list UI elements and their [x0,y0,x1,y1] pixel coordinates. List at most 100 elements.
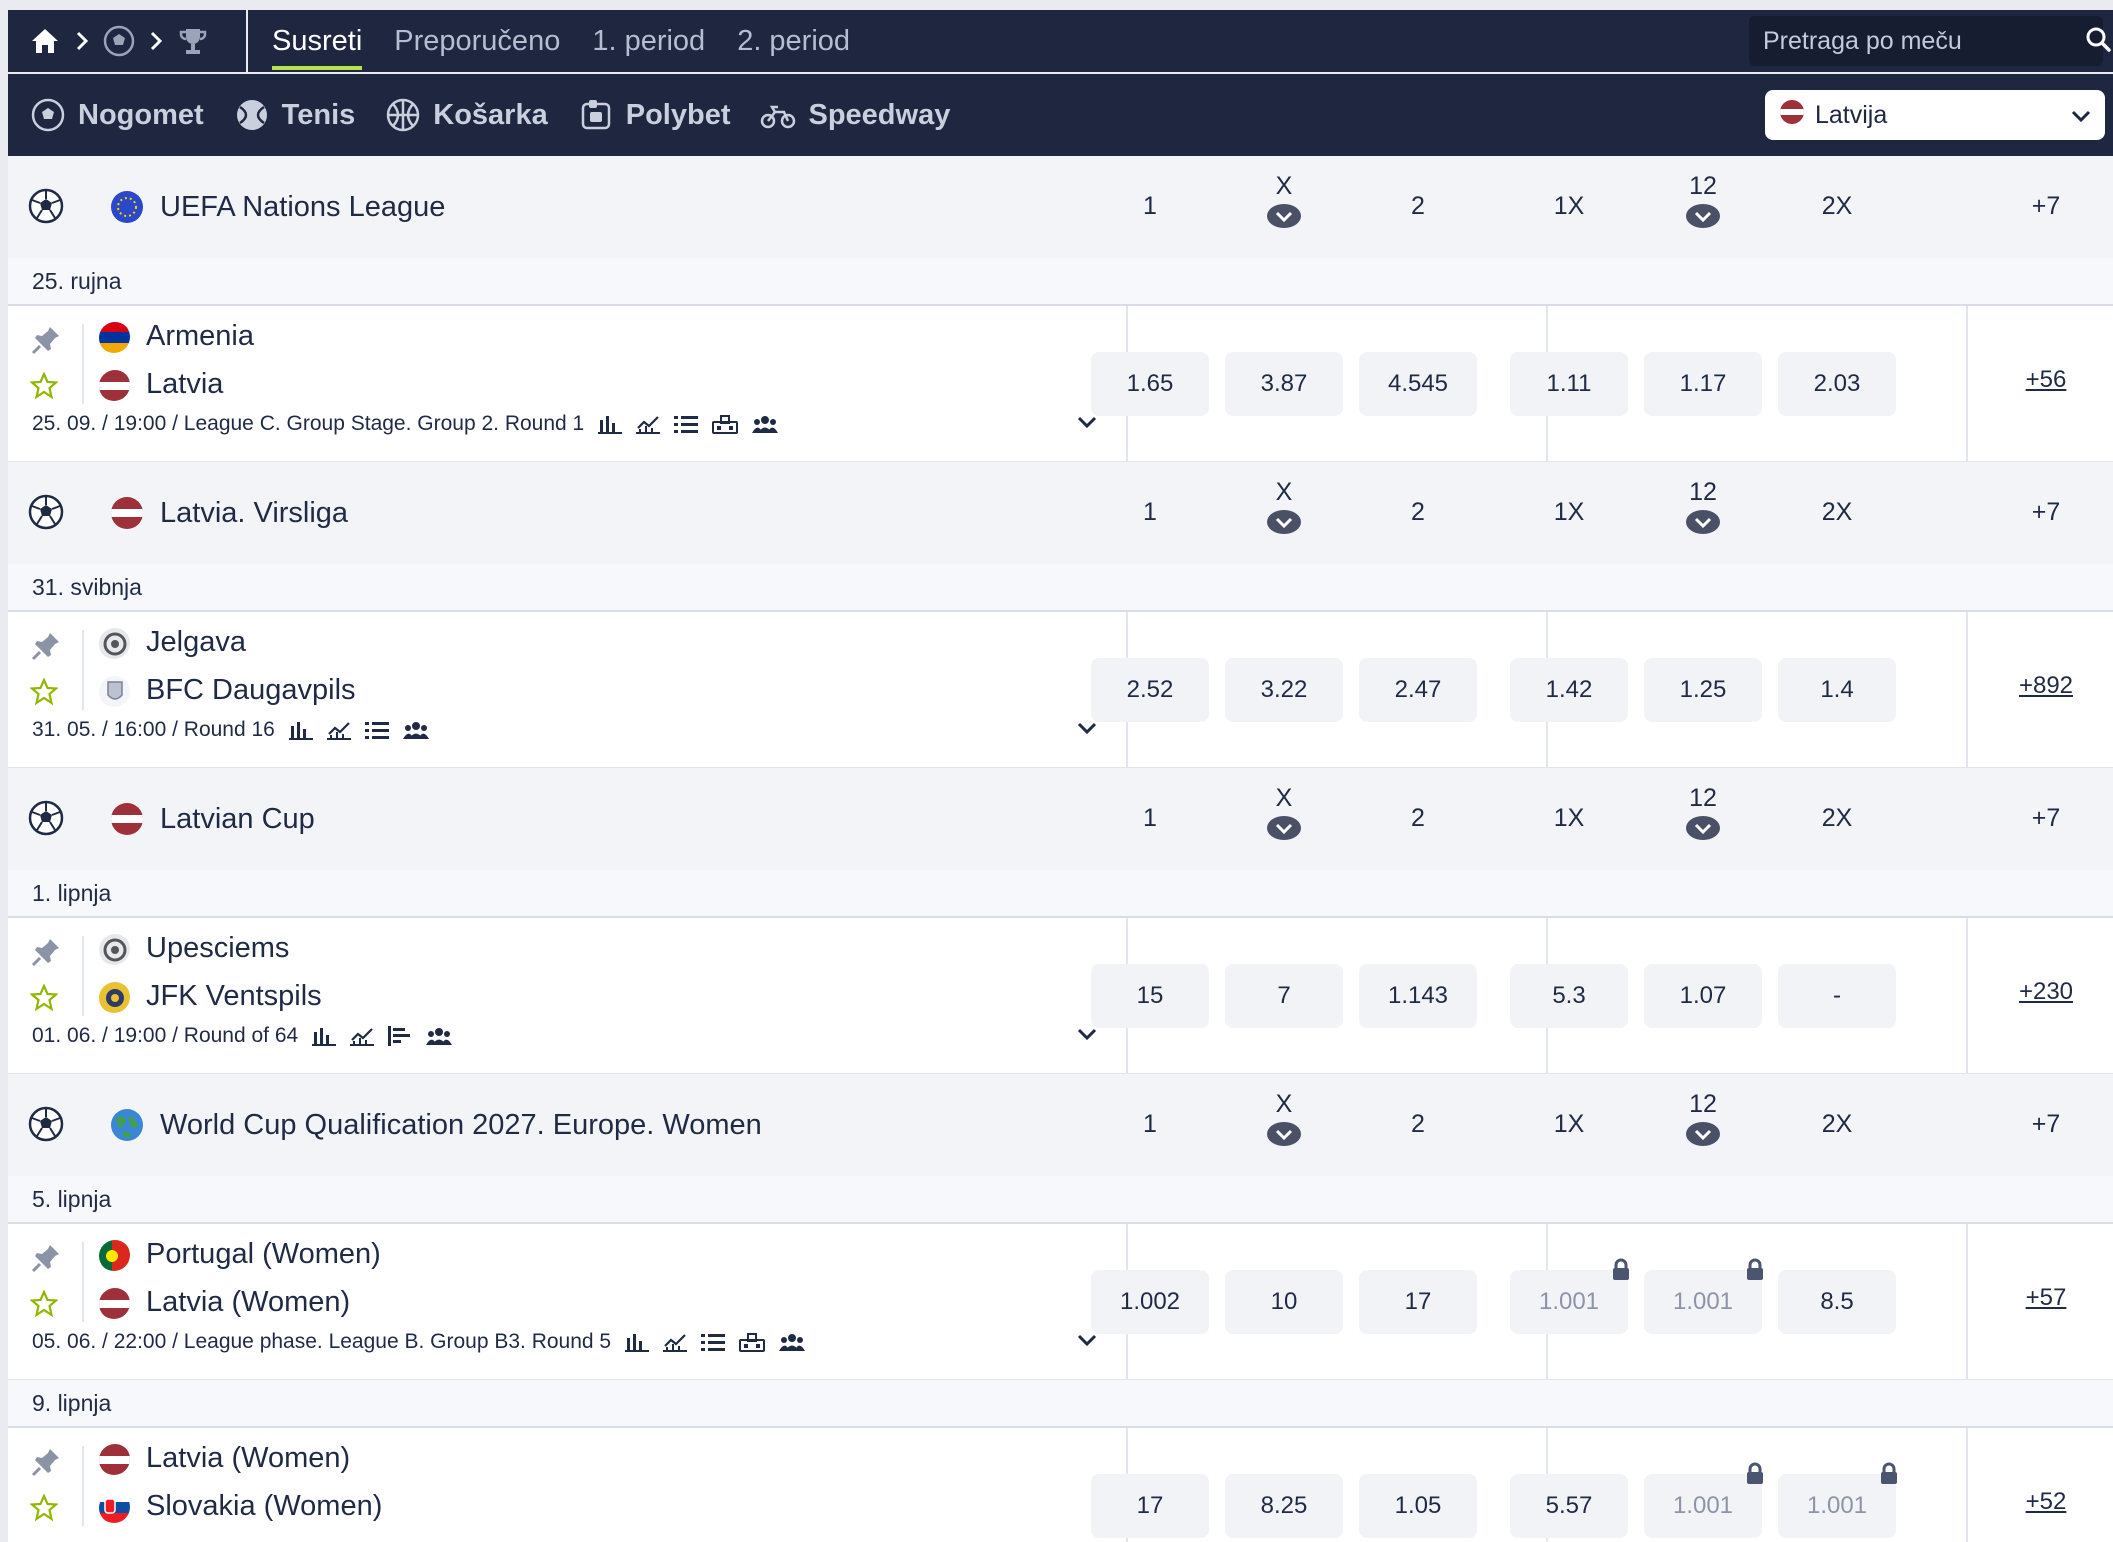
chevron-down-icon[interactable] [1643,203,1763,236]
odds-button-2x[interactable]: 2.03 [1778,352,1896,416]
chart-icon[interactable] [326,720,351,740]
odds-button-2[interactable]: 1.05 [1359,1474,1477,1538]
teams-icon[interactable] [752,414,779,434]
odds-button-2x[interactable]: 8.5 [1778,1270,1896,1334]
favorite-star-icon[interactable] [29,371,60,402]
odds-button-x[interactable]: 10 [1225,1270,1343,1334]
odds-button-12[interactable]: 1.25 [1644,658,1762,722]
expand-chevron-icon[interactable] [1076,414,1098,435]
expand-chevron-icon[interactable] [1076,720,1098,741]
away-team[interactable]: JFK Ventspils [98,980,322,1013]
teams-icon[interactable] [402,720,429,740]
odds-button-x[interactable]: 7 [1225,964,1343,1028]
favorite-star-icon[interactable] [29,677,60,708]
odds-button-2[interactable]: 17 [1359,1270,1477,1334]
tab-2-period[interactable]: 2. period [737,10,850,72]
home-team[interactable]: Latvia (Women) [98,1442,350,1475]
league-header[interactable]: Latvia. Virsliga 1 X 2 1X 12 2X +7 [8,462,2113,564]
chart-icon[interactable] [350,1026,375,1046]
odds-button-1x[interactable]: 1.42 [1510,658,1628,722]
search-input[interactable] [1763,26,2085,56]
home-team[interactable]: Upesciems [98,932,289,965]
list-icon[interactable] [701,1332,726,1352]
odds-button-2[interactable]: 2.47 [1359,658,1477,722]
odds-button-2x[interactable]: - [1778,964,1896,1028]
more-markets-link[interactable]: +56 [2006,366,2086,394]
expand-chevron-icon[interactable] [1076,1332,1098,1353]
chevron-down-icon[interactable] [1643,1121,1763,1154]
chevron-down-icon[interactable] [1224,509,1344,542]
odds-button-x[interactable]: 3.22 [1225,658,1343,722]
away-team[interactable]: BFC Daugavpils [98,674,356,707]
odds-button-1x[interactable]: 5.57 [1510,1474,1628,1538]
home-team[interactable]: Armenia [98,320,254,353]
column-header-12[interactable]: 12 [1643,478,1763,542]
more-markets-link[interactable]: +892 [2006,672,2086,700]
odds-button-x[interactable]: 3.87 [1225,352,1343,416]
stats-icon[interactable] [625,1332,650,1352]
home-icon[interactable] [28,24,62,58]
odds-button-1[interactable]: 17 [1091,1474,1209,1538]
chart-icon[interactable] [636,414,661,434]
match-row[interactable]: Jelgava BFC Daugavpils 31. 05. / 16:00 / R… [8,612,2113,768]
teams-icon[interactable] [779,1332,806,1352]
odds-button-2[interactable]: 1.143 [1359,964,1477,1028]
match-row[interactable]: Armenia Latvia 25. 09. / 19:00 / League C.… [8,306,2113,462]
chevron-down-icon[interactable] [1643,509,1763,542]
league-header[interactable]: UEFA Nations League 1 X 2 1X 12 2X +7 [8,156,2113,258]
column-header-12[interactable]: 12 [1643,784,1763,848]
list-icon[interactable] [674,414,699,434]
match-row[interactable]: Upesciems JFK Ventspils 01. 06. / 19:00 / … [8,918,2113,1074]
odds-button-2[interactable]: 4.545 [1359,352,1477,416]
odds-button-12[interactable]: 1.07 [1644,964,1762,1028]
chevron-down-icon[interactable] [1224,1121,1344,1154]
pin-icon[interactable] [30,1242,64,1276]
favorite-star-icon[interactable] [29,983,60,1014]
soccer-ball-icon[interactable] [102,24,136,58]
odds-button-1x[interactable]: 1.11 [1510,352,1628,416]
odds-button-x[interactable]: 8.25 [1225,1474,1343,1538]
away-team[interactable]: Latvia [98,368,223,401]
sport-kosarka[interactable]: Košarka [385,97,548,133]
odds-button-1[interactable]: 2.52 [1091,658,1209,722]
odds-button-2x[interactable]: 1.4 [1778,658,1896,722]
column-header-x[interactable]: X [1224,172,1344,236]
away-team[interactable]: Slovakia (Women) [98,1490,382,1523]
stats-icon[interactable] [312,1026,337,1046]
column-header-12[interactable]: 12 [1643,1090,1763,1154]
country-select[interactable]: Latvija [1765,90,2105,140]
league-header[interactable]: Latvian Cup 1 X 2 1X 12 2X +7 [8,768,2113,870]
teams-icon[interactable] [426,1026,453,1046]
match-row[interactable]: Portugal (Women) Latvia (Women) 05. 06. / … [8,1224,2113,1380]
pin-icon[interactable] [30,1446,64,1480]
more-markets-link[interactable]: +52 [2006,1488,2086,1516]
trophy-icon[interactable] [176,24,210,58]
column-header-x[interactable]: X [1224,784,1344,848]
bars-icon[interactable] [388,1026,412,1046]
chevron-down-icon[interactable] [1643,815,1763,848]
more-markets-header[interactable]: +7 [1986,804,2106,833]
more-markets-header[interactable]: +7 [1986,498,2106,527]
pin-icon[interactable] [30,936,64,970]
away-team[interactable]: Latvia (Women) [98,1286,350,1319]
column-header-12[interactable]: 12 [1643,172,1763,236]
more-markets-header[interactable]: +7 [1986,192,2106,221]
tab-preporuceno[interactable]: Preporučeno [394,10,560,72]
column-header-x[interactable]: X [1224,478,1344,542]
search-icon[interactable] [2085,26,2111,57]
favorite-star-icon[interactable] [29,1289,60,1320]
chevron-down-icon[interactable] [1224,815,1344,848]
odds-button-12[interactable]: 1.17 [1644,352,1762,416]
sport-nogomet[interactable]: Nogomet [30,97,204,133]
odds-button-1[interactable]: 1.65 [1091,352,1209,416]
pin-icon[interactable] [30,630,64,664]
odds-button-1x[interactable]: 5.3 [1510,964,1628,1028]
list-icon[interactable] [364,720,389,740]
chart-icon[interactable] [663,1332,688,1352]
stats-icon[interactable] [288,720,313,740]
more-markets-link[interactable]: +57 [2006,1284,2086,1312]
home-team[interactable]: Jelgava [98,626,246,659]
favorite-star-icon[interactable] [29,1493,60,1524]
match-row[interactable]: Latvia (Women) Slovakia (Women) 17 8.25 1.05… [8,1428,2113,1542]
home-team[interactable]: Portugal (Women) [98,1238,381,1271]
